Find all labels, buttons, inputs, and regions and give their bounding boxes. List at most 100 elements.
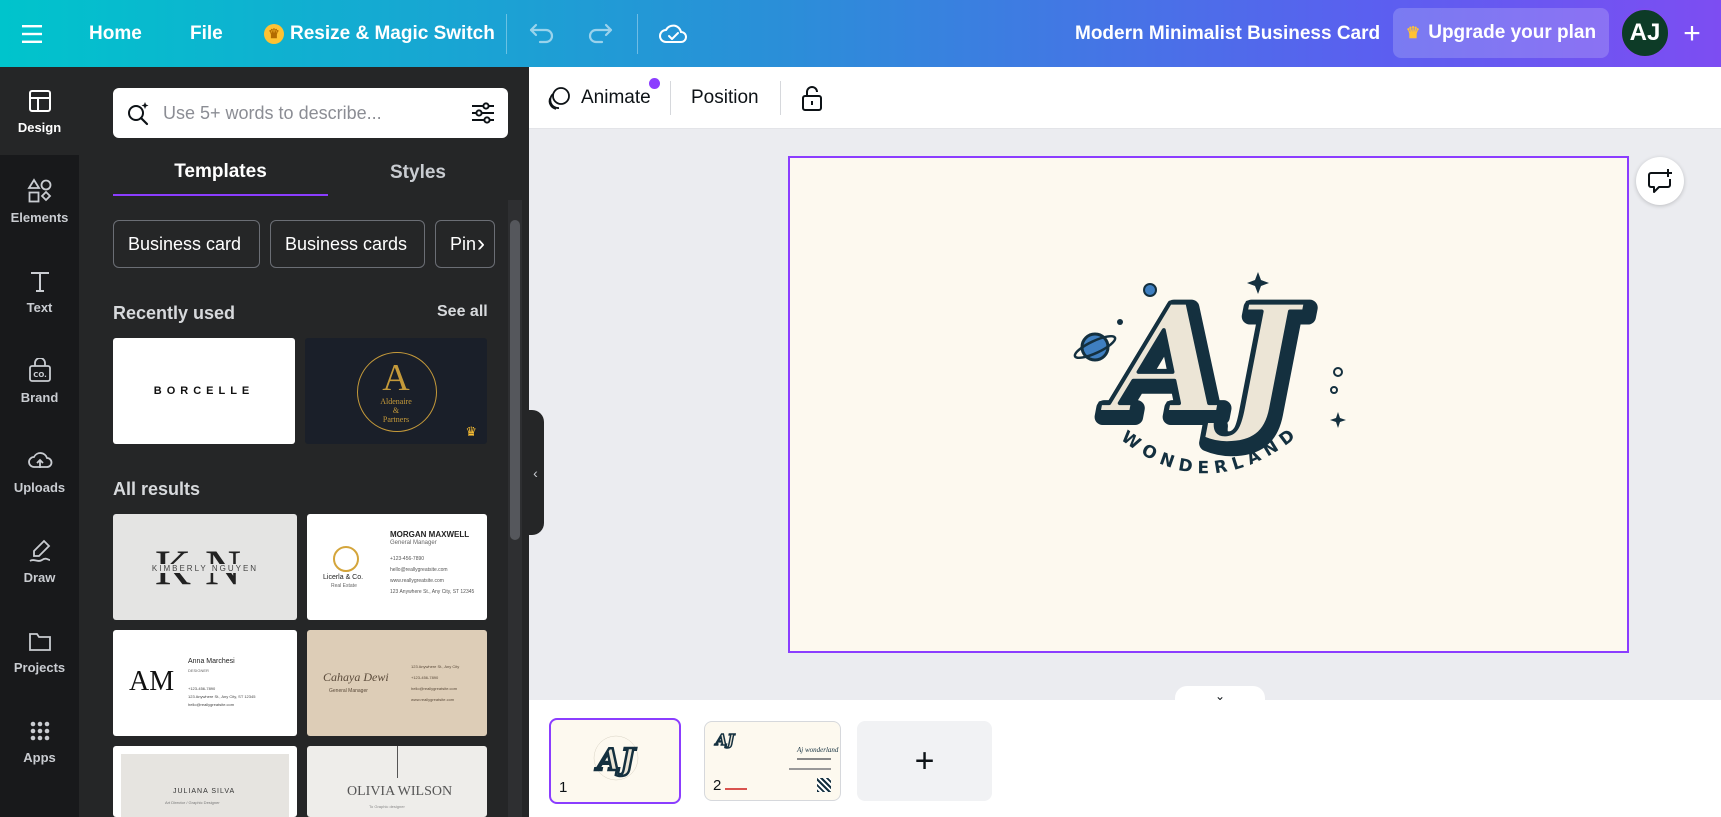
thumb-card bbox=[121, 754, 289, 817]
rail-label: Uploads bbox=[13, 479, 66, 495]
comment-plus-icon bbox=[1648, 169, 1672, 193]
thumb-text: BORCELLE bbox=[153, 385, 255, 397]
template-thumbnail[interactable]: A Aldenaire & Partners ♛ bbox=[305, 338, 487, 444]
circle-frame bbox=[357, 352, 437, 432]
page-logo-preview: AJ bbox=[593, 735, 639, 781]
thumb-text: hello@reallygreatsite.com bbox=[411, 686, 458, 691]
context-toolbar: Animate Position bbox=[529, 67, 1721, 129]
upgrade-plan-button[interactable]: ♛ Upgrade your plan bbox=[1393, 8, 1609, 58]
resize-magic-switch-button[interactable]: ♛ Resize & Magic Switch bbox=[264, 0, 495, 67]
divider bbox=[780, 81, 781, 115]
text-icon bbox=[30, 271, 49, 292]
tab-styles[interactable]: Styles bbox=[328, 150, 508, 196]
svg-text:CO.: CO. bbox=[33, 371, 47, 379]
cloud-check-icon bbox=[659, 24, 687, 43]
crown-icon: ♛ bbox=[264, 23, 284, 44]
template-thumbnail[interactable]: OLIVIA WILSON To Graphic designer bbox=[307, 746, 487, 817]
thumb-text: MORGAN MAXWELL bbox=[390, 530, 470, 539]
divider bbox=[637, 14, 638, 54]
redo-button[interactable] bbox=[586, 0, 614, 67]
rail-item-uploads[interactable]: Uploads bbox=[0, 427, 79, 515]
text-line bbox=[789, 768, 831, 770]
thumb-text: hello@reallygreatsite.com bbox=[390, 567, 448, 573]
document-title[interactable]: Modern Minimalist Business Card bbox=[1075, 0, 1380, 67]
animate-button[interactable]: Animate bbox=[547, 67, 660, 129]
avatar[interactable]: AJ bbox=[1620, 8, 1670, 58]
aj-wonderland-logo[interactable]: AJ AJ WONDERLAND bbox=[1058, 262, 1358, 502]
template-thumbnail[interactable]: Cahaya Dewi General Manager 123 Anywhere… bbox=[307, 630, 487, 736]
top-bar: Home File ♛ Resize & Magic Switch Modern… bbox=[0, 0, 1721, 67]
add-page-button[interactable]: + bbox=[857, 721, 992, 801]
rail-label: Elements bbox=[10, 209, 69, 225]
page-thumbnail-2[interactable]: AJ Aj wonderland 2 bbox=[704, 721, 841, 801]
template-thumbnail[interactable]: AM Anna Marchesi DESIGNER +123-456-7890 … bbox=[113, 630, 297, 736]
rail-item-elements[interactable]: Elements bbox=[0, 157, 79, 245]
magic-search-icon bbox=[128, 102, 149, 126]
recently-used-heading: Recently used bbox=[113, 303, 236, 323]
plus-icon: + bbox=[1683, 17, 1701, 50]
file-menu[interactable]: File bbox=[190, 0, 223, 67]
design-canvas[interactable]: AJ AJ WONDERLAND bbox=[788, 156, 1629, 653]
left-rail: Design Elements Text CO. Brand Uploads D… bbox=[0, 67, 79, 817]
thumb-text: General Manager bbox=[329, 688, 368, 694]
menu-button[interactable] bbox=[20, 0, 46, 67]
chevron-down-icon: ⌄ bbox=[1214, 689, 1226, 703]
rail-item-apps[interactable]: Apps bbox=[0, 697, 79, 785]
chevron-right-icon[interactable]: › bbox=[470, 230, 492, 258]
thumb-text: General Manager bbox=[390, 540, 437, 546]
add-comment-button[interactable] bbox=[1636, 157, 1684, 205]
page-number: 1 bbox=[559, 779, 568, 796]
rail-item-projects[interactable]: Projects bbox=[0, 607, 79, 695]
toggle-pages-button[interactable]: ⌄ bbox=[1175, 686, 1265, 706]
rail-item-design[interactable]: Design bbox=[0, 67, 79, 155]
lock-button[interactable] bbox=[799, 67, 825, 129]
save-status-button[interactable] bbox=[658, 0, 688, 67]
page-number: 2 bbox=[713, 777, 722, 794]
all-results-heading: All results bbox=[113, 479, 201, 499]
filter-icon[interactable] bbox=[470, 101, 496, 125]
template-thumbnail[interactable]: KN KIMBERLY NGUYEN bbox=[113, 514, 297, 620]
filter-chip[interactable]: Business cards bbox=[270, 220, 425, 268]
rail-label: Brand bbox=[20, 389, 59, 405]
panel-scrollbar-thumb[interactable] bbox=[510, 220, 520, 540]
design-icon bbox=[28, 89, 51, 112]
template-search-input[interactable]: Use 5+ words to describe... bbox=[113, 88, 508, 138]
divider bbox=[670, 81, 671, 115]
accent-line bbox=[725, 788, 747, 790]
rail-item-draw[interactable]: Draw bbox=[0, 517, 79, 605]
template-thumbnail[interactable]: Licerla & Co. Real Estate MORGAN MAXWELL… bbox=[307, 514, 487, 620]
page-thumbnail-1[interactable]: AJ 1 bbox=[549, 718, 681, 804]
rail-item-brand[interactable]: CO. Brand bbox=[0, 337, 79, 425]
qr-code bbox=[817, 778, 831, 792]
page2-name: Aj wonderland bbox=[797, 746, 839, 754]
redo-icon bbox=[588, 23, 613, 43]
thumb-text: www.reallygreatsite.com bbox=[411, 697, 455, 702]
thumb-text: Real Estate bbox=[331, 583, 357, 589]
rail-label: Apps bbox=[23, 749, 56, 765]
rail-item-text[interactable]: Text bbox=[0, 247, 79, 335]
thumb-text: Anna Marchesi bbox=[188, 658, 235, 665]
rail-label: Text bbox=[26, 299, 53, 315]
home-button[interactable]: Home bbox=[89, 0, 142, 67]
collapse-panel-button[interactable]: ‹ bbox=[527, 410, 544, 535]
thumb-text: JULIANA SILVA bbox=[173, 788, 236, 795]
thumb-text: hello@reallygreatsite.com bbox=[188, 702, 235, 707]
undo-icon bbox=[529, 23, 554, 43]
apps-icon bbox=[30, 721, 49, 740]
logo-icon bbox=[333, 546, 359, 572]
tab-templates[interactable]: Templates bbox=[113, 150, 328, 196]
preview-letters: AJ bbox=[594, 743, 636, 778]
position-button[interactable]: Position bbox=[691, 67, 759, 129]
template-thumbnail[interactable]: BORCELLE bbox=[113, 338, 295, 444]
elements-icon bbox=[26, 177, 51, 202]
text-line bbox=[797, 758, 831, 760]
undo-button[interactable] bbox=[528, 0, 556, 67]
new-badge-dot bbox=[649, 78, 660, 89]
thumb-text: +123-456-7890 bbox=[411, 675, 439, 680]
filter-chip[interactable]: Business card bbox=[113, 220, 260, 268]
rail-label: Design bbox=[17, 119, 62, 135]
thumb-text: Cahaya Dewi bbox=[323, 670, 389, 684]
add-collaborator-button[interactable]: + bbox=[1672, 14, 1712, 54]
see-all-link[interactable]: See all bbox=[437, 303, 488, 321]
template-thumbnail[interactable]: JULIANA SILVA Art Director / Graphic Des… bbox=[113, 746, 297, 817]
